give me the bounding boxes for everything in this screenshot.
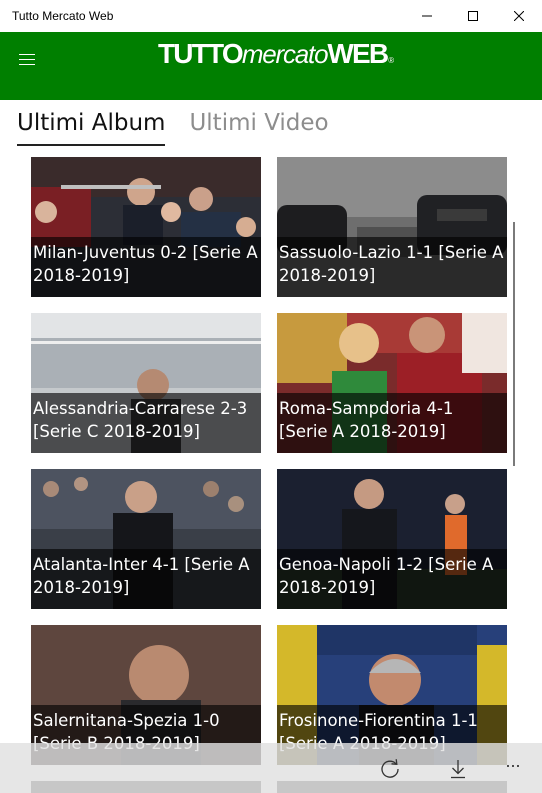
logo-registered-mark: ® xyxy=(388,56,395,65)
scrollbar-thumb[interactable] xyxy=(513,222,515,466)
tab-ultimi-album[interactable]: Ultimi Album xyxy=(17,110,166,150)
window-title: Tutto Mercato Web xyxy=(12,9,114,23)
album-title: Genoa-Napoli 1-2 [Serie A 2018-2019] xyxy=(279,555,494,597)
album-title: Alessandria-Carrarese 2-3 [Serie C 2018-… xyxy=(33,399,248,441)
content-tabs: Ultimi Album Ultimi Video xyxy=(17,110,353,150)
logo-text-left: TUTTO xyxy=(158,38,244,69)
window-titlebar: Tutto Mercato Web xyxy=(0,0,542,32)
album-title: Atalanta-Inter 4-1 [Serie A 2018-2019] xyxy=(33,555,250,597)
album-title: Milan-Juventus 0-2 [Serie A 2018-2019] xyxy=(33,243,258,285)
album-caption: Alessandria-Carrarese 2-3 [Serie C 2018-… xyxy=(31,393,261,453)
album-card[interactable]: Atalanta-Inter 4-1 [Serie A 2018-2019] xyxy=(31,469,261,609)
album-title: Roma-Sampdoria 4-1 [Serie A 2018-2019] xyxy=(279,399,454,441)
close-icon xyxy=(514,11,524,21)
refresh-button[interactable] xyxy=(378,757,402,781)
album-caption: Atalanta-Inter 4-1 [Serie A 2018-2019] xyxy=(31,549,261,609)
maximize-icon xyxy=(468,11,478,21)
refresh-icon xyxy=(381,759,399,778)
maximize-button[interactable] xyxy=(450,0,496,32)
hamburger-menu-icon[interactable] xyxy=(19,54,35,68)
minimize-button[interactable] xyxy=(404,0,450,32)
album-caption: Milan-Juventus 0-2 [Serie A 2018-2019] xyxy=(31,237,261,297)
album-caption: Sassuolo-Lazio 1-1 [Serie A 2018-2019] xyxy=(277,237,507,297)
album-card[interactable]: Alessandria-Carrarese 2-3 [Serie C 2018-… xyxy=(31,313,261,453)
tab-ultimi-video[interactable]: Ultimi Video xyxy=(189,110,328,150)
album-card[interactable]: Genoa-Napoli 1-2 [Serie A 2018-2019] xyxy=(277,469,507,609)
album-card[interactable]: Roma-Sampdoria 4-1 [Serie A 2018-2019] xyxy=(277,313,507,453)
logo-text-right: WEB xyxy=(327,38,389,69)
download-icon xyxy=(451,760,465,779)
logo-text-mid: mercato xyxy=(241,39,329,69)
minimize-icon xyxy=(422,15,432,17)
close-button[interactable] xyxy=(496,0,542,32)
app-header: TUTTO mercato WEB ® xyxy=(0,32,542,100)
bottom-app-bar: ··· xyxy=(0,743,542,793)
download-button[interactable] xyxy=(446,757,470,781)
album-card[interactable]: Milan-Juventus 0-2 [Serie A 2018-2019] xyxy=(31,157,261,297)
album-caption: Roma-Sampdoria 4-1 [Serie A 2018-2019] xyxy=(277,393,507,453)
more-options-button[interactable]: ··· xyxy=(505,755,531,779)
app-logo: TUTTO mercato WEB ® xyxy=(158,38,395,69)
album-card[interactable]: Sassuolo-Lazio 1-1 [Serie A 2018-2019] xyxy=(277,157,507,297)
album-caption: Genoa-Napoli 1-2 [Serie A 2018-2019] xyxy=(277,549,507,609)
album-title: Sassuolo-Lazio 1-1 [Serie A 2018-2019] xyxy=(279,243,504,285)
